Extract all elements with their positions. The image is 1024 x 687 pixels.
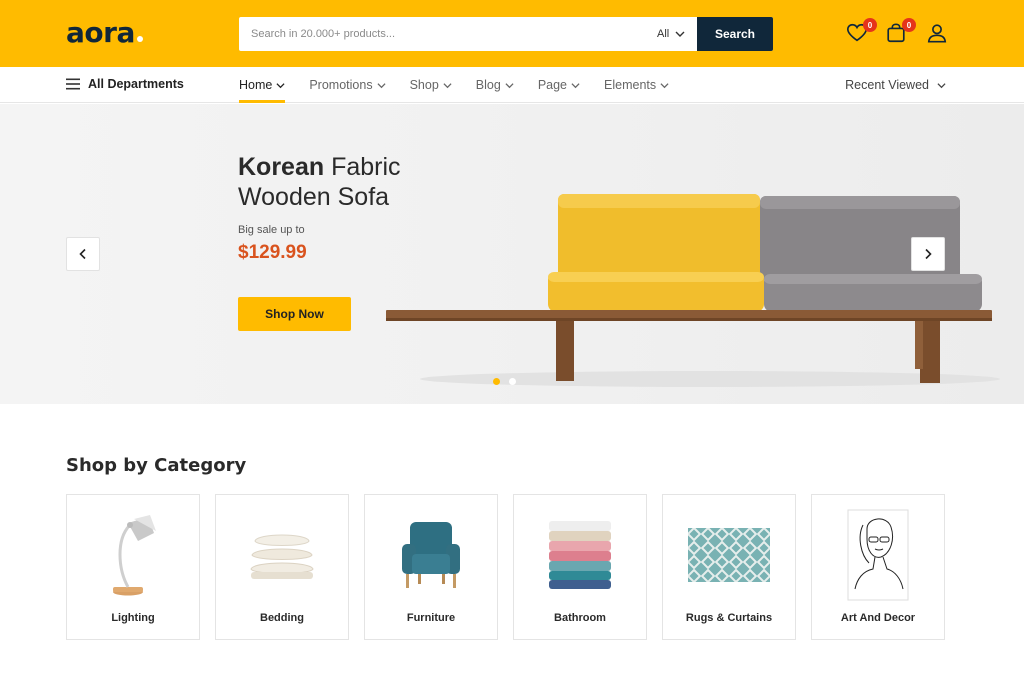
chevron-left-icon bbox=[79, 248, 86, 260]
search-bar: All Search bbox=[239, 17, 773, 51]
hero-price: $129.99 bbox=[238, 242, 307, 263]
all-departments-label: All Departments bbox=[88, 77, 184, 91]
chevron-down-icon bbox=[571, 82, 580, 88]
category-label: Bathroom bbox=[554, 612, 606, 624]
recent-viewed-dropdown[interactable]: Recent Viewed bbox=[845, 67, 946, 103]
cart-button[interactable]: 0 bbox=[885, 18, 916, 46]
slider-next-button[interactable] bbox=[911, 237, 945, 271]
category-label: Furniture bbox=[406, 612, 456, 624]
shop-now-button[interactable]: Shop Now bbox=[238, 297, 351, 331]
nav-item-page[interactable]: Page bbox=[538, 67, 580, 103]
main-navigation: All Departments Home Promotions Shop Blo… bbox=[0, 67, 1024, 103]
chevron-down-icon bbox=[377, 82, 386, 88]
category-card-bedding[interactable]: Bedding bbox=[215, 494, 349, 640]
category-card-furniture[interactable]: Furniture bbox=[364, 494, 498, 640]
hamburger-menu-icon bbox=[66, 78, 80, 90]
category-label: Lighting bbox=[111, 612, 155, 624]
slider-dot-active[interactable] bbox=[493, 378, 500, 385]
nav-item-label: Elements bbox=[604, 78, 657, 92]
category-card-lighting[interactable]: Lighting bbox=[66, 494, 200, 640]
chevron-down-icon bbox=[675, 31, 685, 37]
nav-item-label: Shop bbox=[409, 78, 439, 92]
logo-text: aora bbox=[66, 16, 135, 49]
slider-dot[interactable] bbox=[509, 378, 516, 385]
sofa-image bbox=[386, 194, 1000, 387]
nav-item-elements[interactable]: Elements bbox=[604, 67, 669, 103]
nav-item-blog[interactable]: Blog bbox=[476, 67, 514, 103]
chevron-down-icon bbox=[660, 82, 669, 88]
cart-count-badge: 0 bbox=[902, 18, 916, 32]
nav-item-label: Promotions bbox=[309, 78, 373, 92]
nav-item-label: Page bbox=[537, 78, 568, 92]
hero-title-bold: Korean bbox=[238, 153, 325, 181]
search-button[interactable]: Search bbox=[697, 17, 773, 51]
slider-dots bbox=[493, 378, 525, 385]
lamp-icon bbox=[67, 509, 199, 601]
search-category-label: All bbox=[657, 28, 670, 40]
towels-icon bbox=[514, 509, 646, 601]
armchair-icon bbox=[365, 509, 497, 601]
search-category-select[interactable]: All bbox=[657, 17, 697, 51]
all-departments-button[interactable]: All Departments bbox=[66, 77, 184, 91]
search-input[interactable] bbox=[239, 17, 649, 51]
nav-item-label: Home bbox=[239, 78, 273, 92]
category-card-bathroom[interactable]: Bathroom bbox=[513, 494, 647, 640]
nav-item-shop[interactable]: Shop bbox=[410, 67, 452, 103]
hero-slider: Korean Fabric Wooden Sofa Big sale up to… bbox=[0, 104, 1024, 404]
pillows-icon bbox=[216, 509, 348, 601]
section-title: Shop by Category bbox=[66, 455, 247, 476]
category-grid: Lighting Bedding Furniture Bathroom Rugs… bbox=[66, 494, 960, 640]
category-label: Rugs & Curtains bbox=[685, 612, 773, 624]
category-card-art-decor[interactable]: Art And Decor bbox=[811, 494, 945, 640]
art-print-icon bbox=[812, 509, 944, 601]
chevron-down-icon bbox=[937, 82, 946, 88]
nav-item-promotions[interactable]: Promotions bbox=[309, 67, 386, 103]
wishlist-button[interactable]: 0 bbox=[846, 18, 877, 46]
chevron-down-icon bbox=[505, 82, 514, 88]
user-icon bbox=[927, 24, 947, 43]
top-header: aora All Search 0 0 bbox=[0, 0, 1024, 67]
category-card-rugs-curtains[interactable]: Rugs & Curtains bbox=[662, 494, 796, 640]
logo[interactable]: aora bbox=[66, 16, 143, 49]
chevron-down-icon bbox=[443, 82, 452, 88]
nav-item-home[interactable]: Home bbox=[239, 67, 286, 103]
wishlist-count-badge: 0 bbox=[863, 18, 877, 32]
recent-viewed-label: Recent Viewed bbox=[845, 78, 929, 92]
logo-dot bbox=[136, 36, 143, 42]
category-label: Bedding bbox=[260, 612, 304, 624]
hero-title: Korean Fabric Wooden Sofa bbox=[238, 152, 401, 212]
chevron-down-icon bbox=[276, 82, 285, 88]
category-label: Art And Decor bbox=[840, 612, 916, 624]
nav-menu: Home Promotions Shop Blog Page Elements bbox=[239, 67, 693, 103]
account-button[interactable] bbox=[926, 22, 950, 46]
hero-title-line2: Wooden Sofa bbox=[238, 183, 390, 211]
hero-title-rest: Fabric bbox=[331, 153, 401, 181]
hero-subtitle: Big sale up to bbox=[238, 224, 305, 236]
slider-prev-button[interactable] bbox=[66, 237, 100, 271]
rug-icon bbox=[663, 509, 795, 601]
chevron-right-icon bbox=[925, 248, 932, 260]
nav-item-label: Blog bbox=[475, 78, 501, 92]
